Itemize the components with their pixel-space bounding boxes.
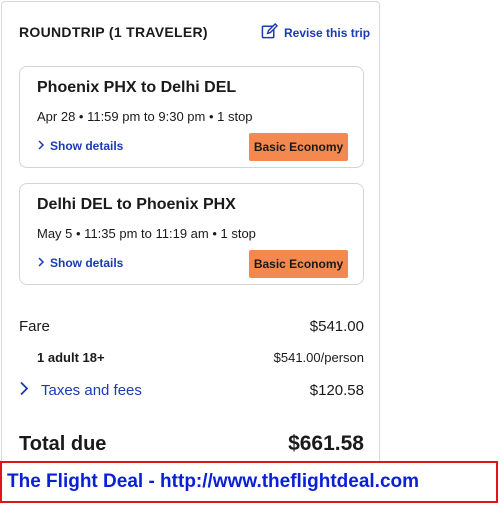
total-row: Total due $661.58 (19, 432, 364, 456)
adult-fare-row: 1 adult 18+ $541.00/person (19, 350, 364, 365)
adult-value: $541.00/person (273, 350, 364, 365)
trip-summary-panel: ROUNDTRIP (1 TRAVELER) Revise this trip … (1, 1, 380, 471)
taxes-label: Taxes and fees (41, 382, 142, 399)
flight-card-return: Delhi DEL to Phoenix PHX May 5 • 11:35 p… (19, 183, 364, 285)
fare-class-badge: Basic Economy (249, 250, 348, 278)
fare-label: Fare (19, 318, 50, 335)
fare-class-badge: Basic Economy (249, 133, 348, 161)
revise-trip-link[interactable]: Revise this trip (261, 22, 371, 43)
fare-value: $541.00 (309, 318, 364, 335)
revise-trip-label: Revise this trip (284, 26, 371, 40)
flight-card-outbound: Phoenix PHX to Delhi DEL Apr 28 • 11:59 … (19, 66, 364, 168)
taxes-value: $120.58 (309, 382, 364, 399)
show-details-label: Show details (50, 256, 124, 270)
flight-route: Phoenix PHX to Delhi DEL (37, 79, 237, 96)
flight-route: Delhi DEL to Phoenix PHX (37, 196, 236, 213)
trip-type-title: ROUNDTRIP (1 TRAVELER) (19, 24, 208, 40)
chevron-right-icon (19, 381, 29, 400)
total-value: $661.58 (288, 432, 364, 455)
show-details-label: Show details (50, 139, 124, 153)
chevron-right-icon (37, 256, 45, 270)
show-details-button[interactable]: Show details (37, 139, 123, 153)
banner-text: The Flight Deal - http://www.theflightde… (7, 471, 420, 492)
edit-icon (261, 22, 279, 43)
chevron-right-icon (37, 139, 45, 153)
flight-times: May 5 • 11:35 pm to 11:19 am • 1 stop (37, 226, 256, 241)
flight-times: Apr 28 • 11:59 pm to 9:30 pm • 1 stop (37, 109, 253, 124)
fare-row: Fare $541.00 (19, 318, 364, 335)
taxes-row: Taxes and fees $120.58 (19, 381, 364, 400)
taxes-toggle[interactable]: Taxes and fees (19, 381, 142, 400)
total-label: Total due (19, 432, 107, 455)
show-details-button[interactable]: Show details (37, 256, 123, 270)
adult-label: 1 adult 18+ (37, 350, 105, 365)
watermark-banner: The Flight Deal - http://www.theflightde… (0, 461, 498, 503)
